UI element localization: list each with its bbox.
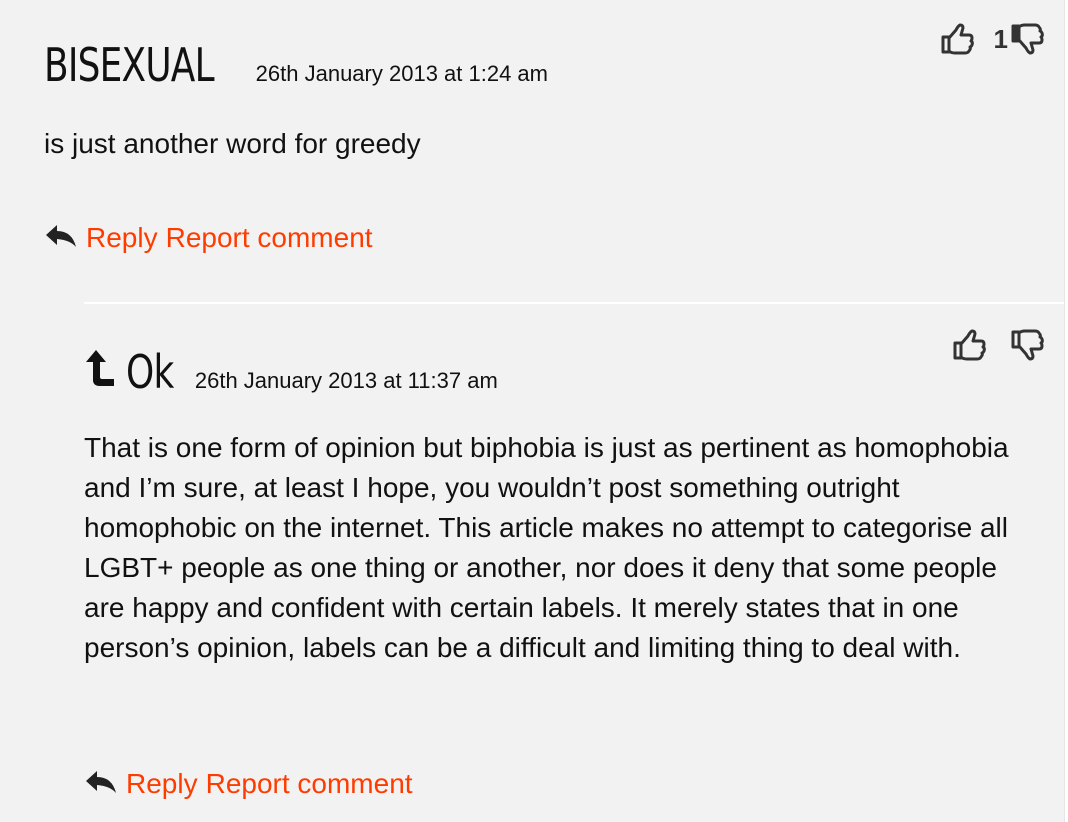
comment-body: That is one form of opinion but biphobia… xyxy=(84,432,1009,663)
report-comment-link[interactable]: Report comment xyxy=(206,768,413,800)
in-reply-to-arrow-icon[interactable] xyxy=(84,348,116,388)
comment-author: Ok xyxy=(126,345,174,399)
reply-arrow-icon xyxy=(44,223,78,253)
comment-actions: Reply Report comment xyxy=(84,768,413,800)
reply-link[interactable]: Reply xyxy=(126,768,198,800)
comment-date: 26th January 2013 at 11:37 am xyxy=(194,368,498,393)
reply-comment-content: Ok 26th January 2013 at 11:37 am That is… xyxy=(84,0,1064,799)
reply-arrow-icon xyxy=(84,769,118,799)
comments-section: 1 BISEXUAL 26th January 2013 at 1:24 am … xyxy=(0,0,1065,822)
comment-header: Ok 26th January 2013 at 11:37 am xyxy=(84,348,498,395)
